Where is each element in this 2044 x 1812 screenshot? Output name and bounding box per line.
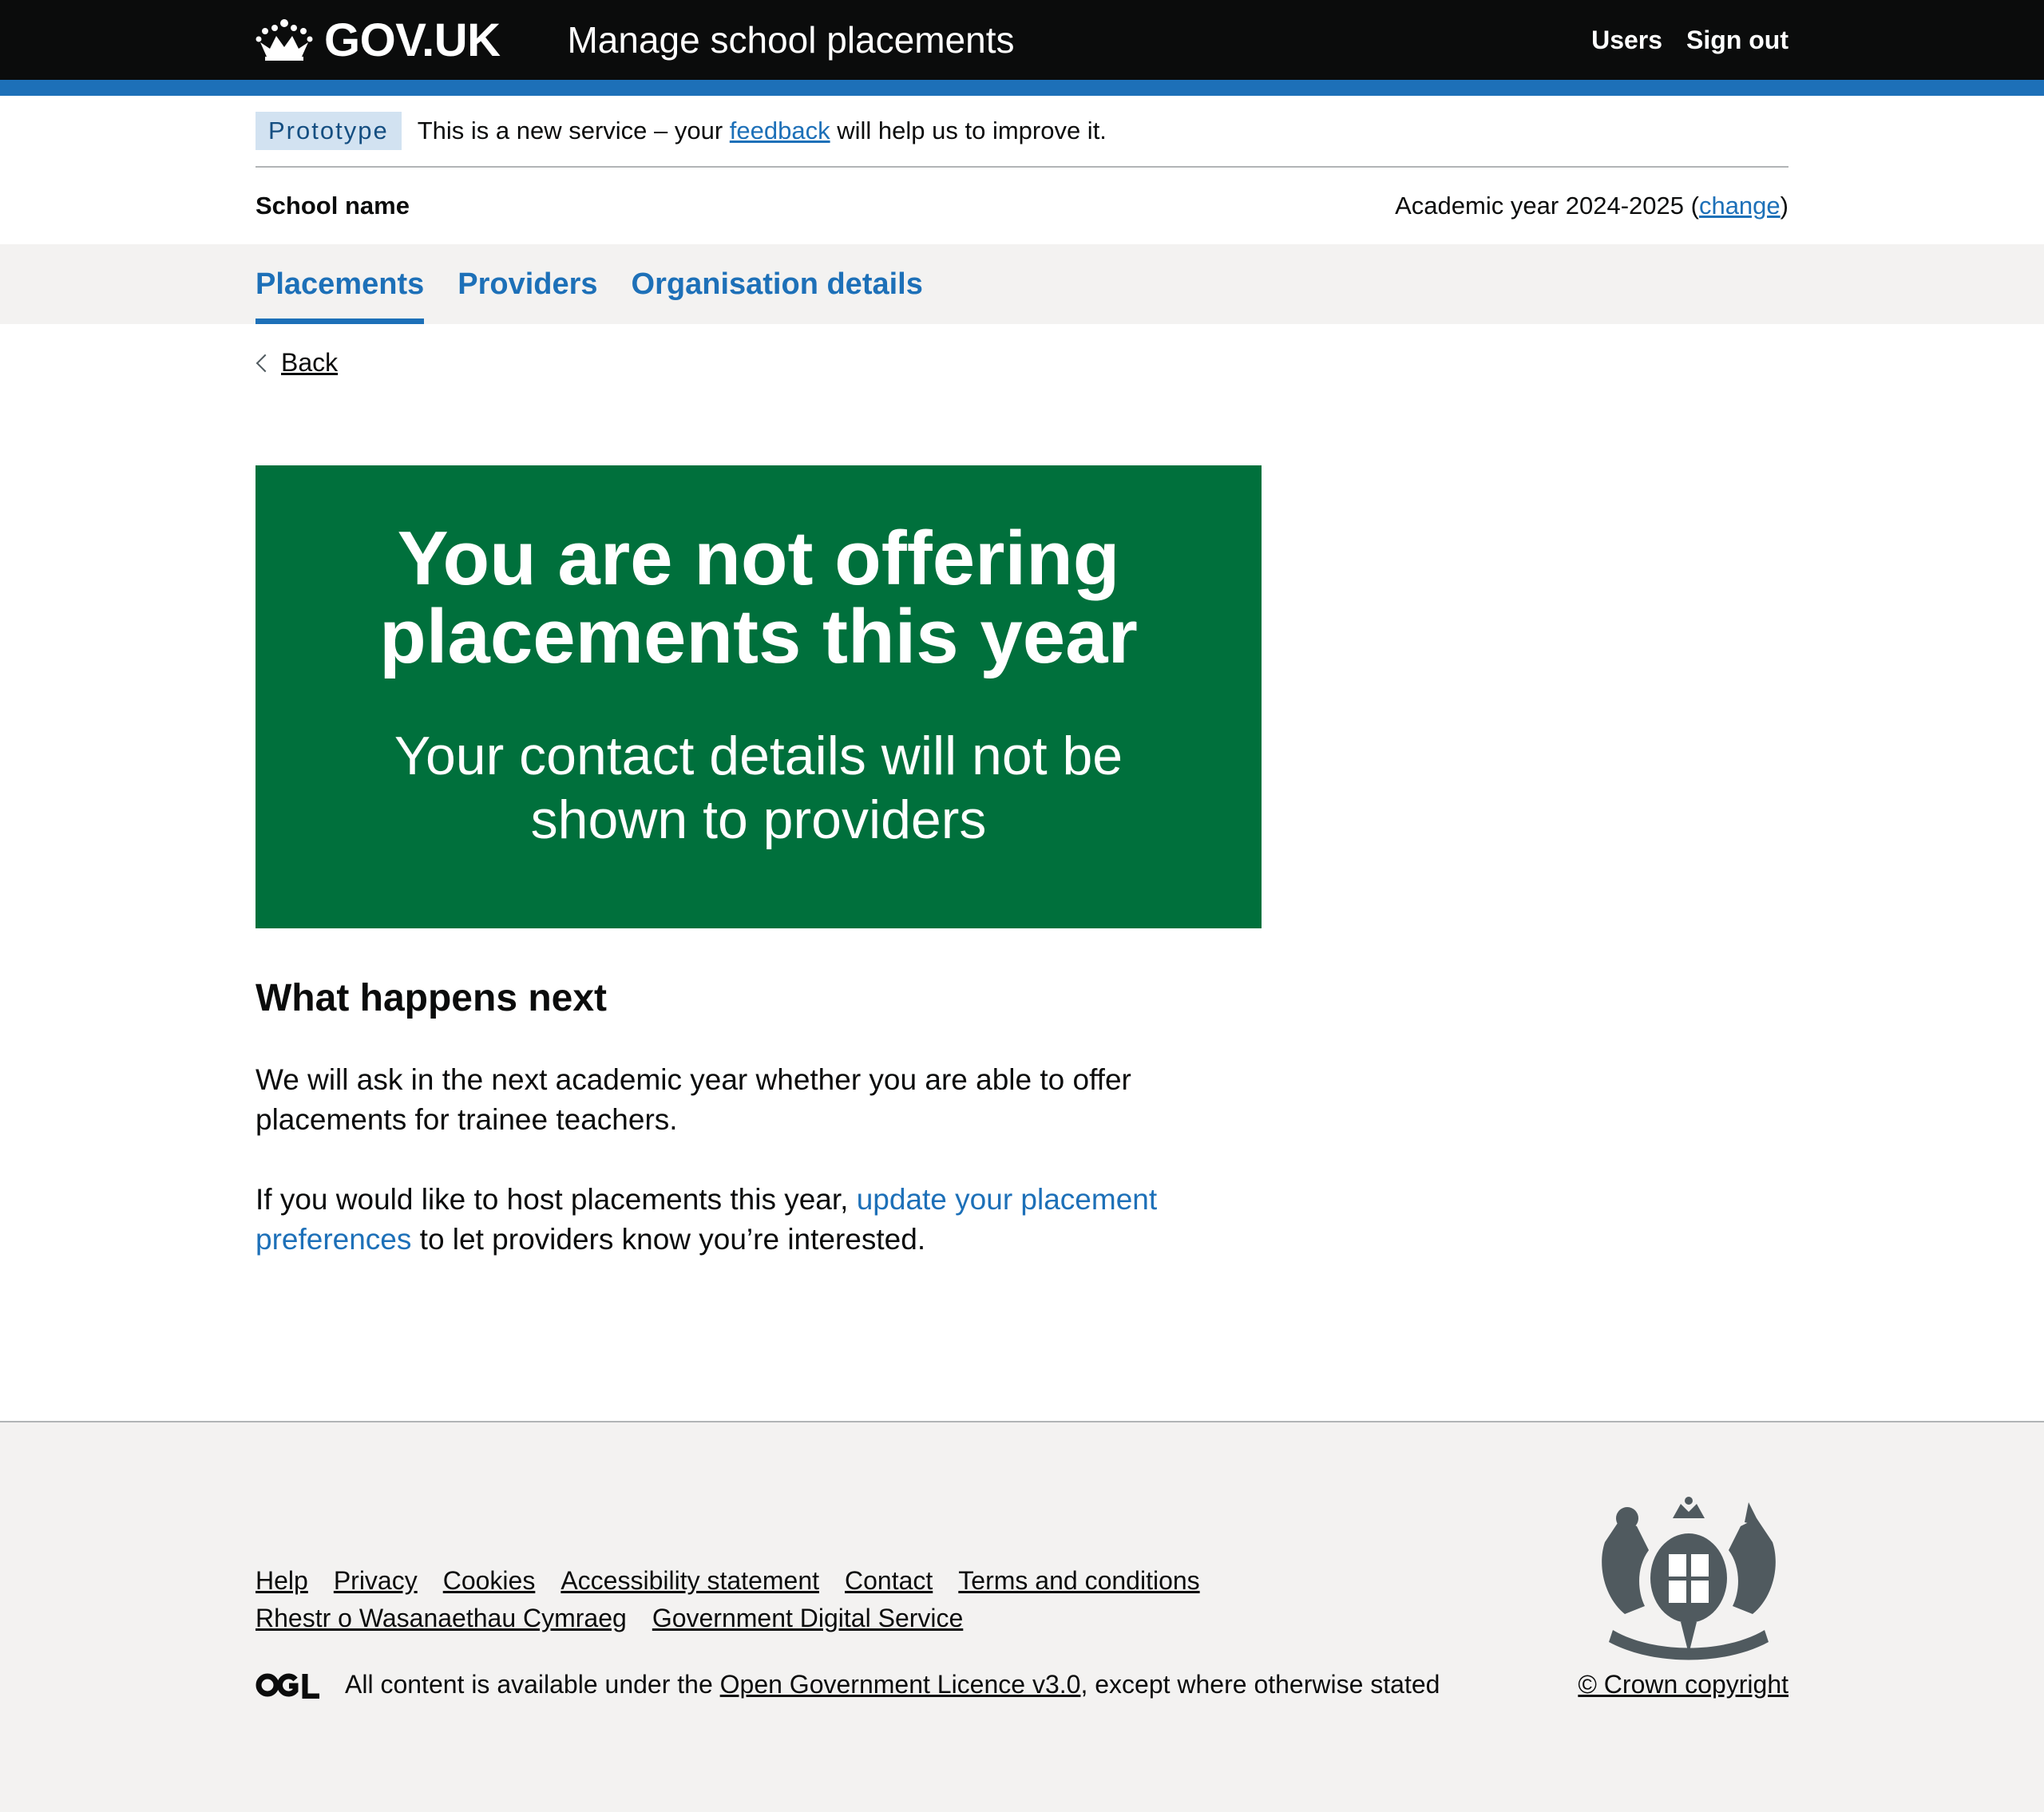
- crown-icon: [256, 19, 313, 61]
- crown-copyright-link[interactable]: © Crown copyright: [1578, 1670, 1788, 1699]
- next-year-paragraph: We will ask in the next academic year wh…: [256, 1063, 1131, 1136]
- tab-providers[interactable]: Providers: [458, 244, 597, 324]
- back-link[interactable]: Back: [281, 348, 338, 378]
- royal-coat-of-arms-icon: [1602, 1497, 1776, 1660]
- panel-title: You are not offering placements this yea…: [379, 516, 1138, 679]
- phase-banner: Prototype This is a new service – your f…: [256, 96, 1788, 168]
- phase-text: This is a new service – your feedback wi…: [417, 117, 1107, 144]
- site-footer: Help Privacy Cookies Accessibility state…: [0, 1421, 2044, 1812]
- footer-links: Help Privacy Cookies Accessibility state…: [256, 1566, 1293, 1633]
- school-name: School name: [256, 192, 410, 220]
- panel-body: Your contact details will not be shown t…: [394, 726, 1123, 850]
- tab-organisation-details[interactable]: Organisation details: [632, 244, 923, 324]
- what-happens-next-heading: What happens next: [256, 977, 608, 1019]
- licence-statement: All content is available under the Open …: [256, 1670, 1440, 1699]
- academic-year: Academic year 2024-2025 (change): [1395, 192, 1788, 220]
- logo-text: GOV.UK: [324, 14, 501, 66]
- change-year-link[interactable]: change: [1699, 192, 1781, 220]
- back-link-wrapper: Back: [256, 348, 338, 378]
- ogl-logo-icon: [256, 1673, 319, 1699]
- header-nav: Users Sign out: [1591, 26, 1788, 55]
- users-link[interactable]: Users: [1591, 26, 1662, 55]
- govuk-logo[interactable]: GOV.UK: [256, 14, 501, 67]
- feedback-link[interactable]: feedback: [730, 117, 830, 144]
- footer-link-cookies[interactable]: Cookies: [443, 1566, 536, 1596]
- footer-link-accessibility[interactable]: Accessibility statement: [561, 1566, 819, 1596]
- crown-copyright: © Crown copyright: [1578, 1670, 1788, 1699]
- primary-navigation: Placements Providers Organisation detail…: [0, 244, 2044, 324]
- service-name[interactable]: Manage school placements: [567, 18, 1014, 61]
- footer-link-help[interactable]: Help: [256, 1566, 308, 1596]
- footer-link-welsh[interactable]: Rhestr o Wasanaethau Cymraeg: [256, 1604, 627, 1633]
- phase-tag: Prototype: [256, 112, 402, 150]
- licence-link[interactable]: Open Government Licence v3.0: [720, 1670, 1081, 1699]
- host-placements-paragraph: If you would like to host placements thi…: [256, 1183, 1158, 1256]
- footer-link-contact[interactable]: Contact: [845, 1566, 933, 1596]
- chevron-left-icon: [256, 354, 275, 372]
- footer-link-terms[interactable]: Terms and conditions: [958, 1566, 1199, 1596]
- site-header: GOV.UK Manage school placements Users Si…: [0, 0, 2044, 96]
- footer-link-gds[interactable]: Government Digital Service: [652, 1604, 963, 1633]
- organisation-row: School name Academic year 2024-2025 (cha…: [256, 168, 1788, 244]
- tab-placements[interactable]: Placements: [256, 244, 425, 324]
- main-content: Back You are not offering placements thi…: [256, 324, 1788, 1260]
- sign-out-link[interactable]: Sign out: [1686, 26, 1788, 55]
- confirmation-panel: You are not offering placements this yea…: [256, 465, 1262, 928]
- footer-link-privacy[interactable]: Privacy: [334, 1566, 418, 1596]
